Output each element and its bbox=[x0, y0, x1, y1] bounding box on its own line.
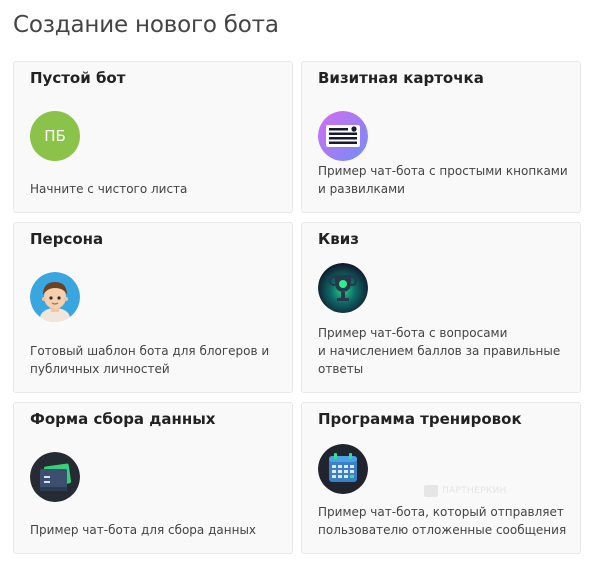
card-description-line: ответы bbox=[318, 362, 364, 376]
persona-avatar-icon bbox=[30, 272, 80, 322]
card-description-line: и начислением баллов за правильные bbox=[318, 344, 561, 358]
page-title: Создание нового бота bbox=[13, 12, 279, 38]
card-description-line: Пример чат-бота, который отправляет bbox=[318, 505, 564, 519]
card-description-line: Готовый шаблон бота для блогеров и bbox=[30, 344, 270, 358]
card-description: Начните с чистого листа bbox=[30, 180, 187, 198]
template-card-empty-bot[interactable]: Пустой бот ПБ Начните с чистого листа bbox=[13, 61, 293, 213]
avatar-initials: ПБ bbox=[44, 127, 66, 145]
card-description-line: Начните с чистого листа bbox=[30, 182, 188, 196]
card-description: Пример чат-бота с вопросами и начисление… bbox=[318, 324, 560, 378]
card-description: Пример чат-бота с простыми кнопками и ра… bbox=[318, 162, 568, 198]
card-description-line: Пример чат-бота с простыми кнопками bbox=[318, 164, 568, 178]
card-description: Пример чат-бота, который отправляет поль… bbox=[318, 503, 566, 539]
card-description-line: пользователю отложенные сообщения bbox=[318, 523, 567, 537]
watermark-text: ПАРТНЕРКИН bbox=[442, 486, 507, 496]
watermark: ПАРТНЕРКИН bbox=[424, 485, 507, 497]
card-title: Визитная карточка bbox=[318, 69, 484, 87]
card-description-line: Пример чат-бота для сбора данных bbox=[30, 523, 257, 537]
card-title: Программа тренировок bbox=[318, 410, 522, 428]
template-card-quiz[interactable]: Квиз Пример чат-бота с вопросами и начис… bbox=[301, 222, 581, 393]
calendar-icon bbox=[318, 444, 368, 494]
card-description-line: и развилками bbox=[318, 182, 405, 196]
business-card-icon bbox=[318, 111, 368, 161]
form-icon bbox=[30, 452, 80, 502]
card-title: Форма сбора данных bbox=[30, 410, 216, 428]
template-grid: Пустой бот ПБ Начните с чистого листа Ви… bbox=[13, 61, 581, 554]
card-title: Персона bbox=[30, 230, 104, 248]
card-description: Пример чат-бота для сбора данных bbox=[30, 521, 256, 539]
trophy-icon bbox=[318, 263, 368, 313]
card-title: Пустой бот bbox=[30, 69, 126, 87]
watermark-logo-icon bbox=[424, 485, 438, 497]
card-title: Квиз bbox=[318, 230, 359, 248]
card-description-line: публичных личностей bbox=[30, 362, 170, 376]
template-card-workout-program[interactable]: Программа тренировок Пример чат-бота, ко… bbox=[301, 402, 581, 554]
template-card-business-card[interactable]: Визитная карточка Пример чат-бота с прос… bbox=[301, 61, 581, 213]
initials-avatar: ПБ bbox=[30, 111, 80, 161]
card-description-line: Пример чат-бота с вопросами bbox=[318, 326, 508, 340]
template-card-persona[interactable]: Персона Готовый шаблон бота для блогеров… bbox=[13, 222, 293, 393]
template-card-data-form[interactable]: Форма сбора данных Пример чат-бота для с… bbox=[13, 402, 293, 554]
card-description: Готовый шаблон бота для блогеров и публи… bbox=[30, 342, 269, 378]
